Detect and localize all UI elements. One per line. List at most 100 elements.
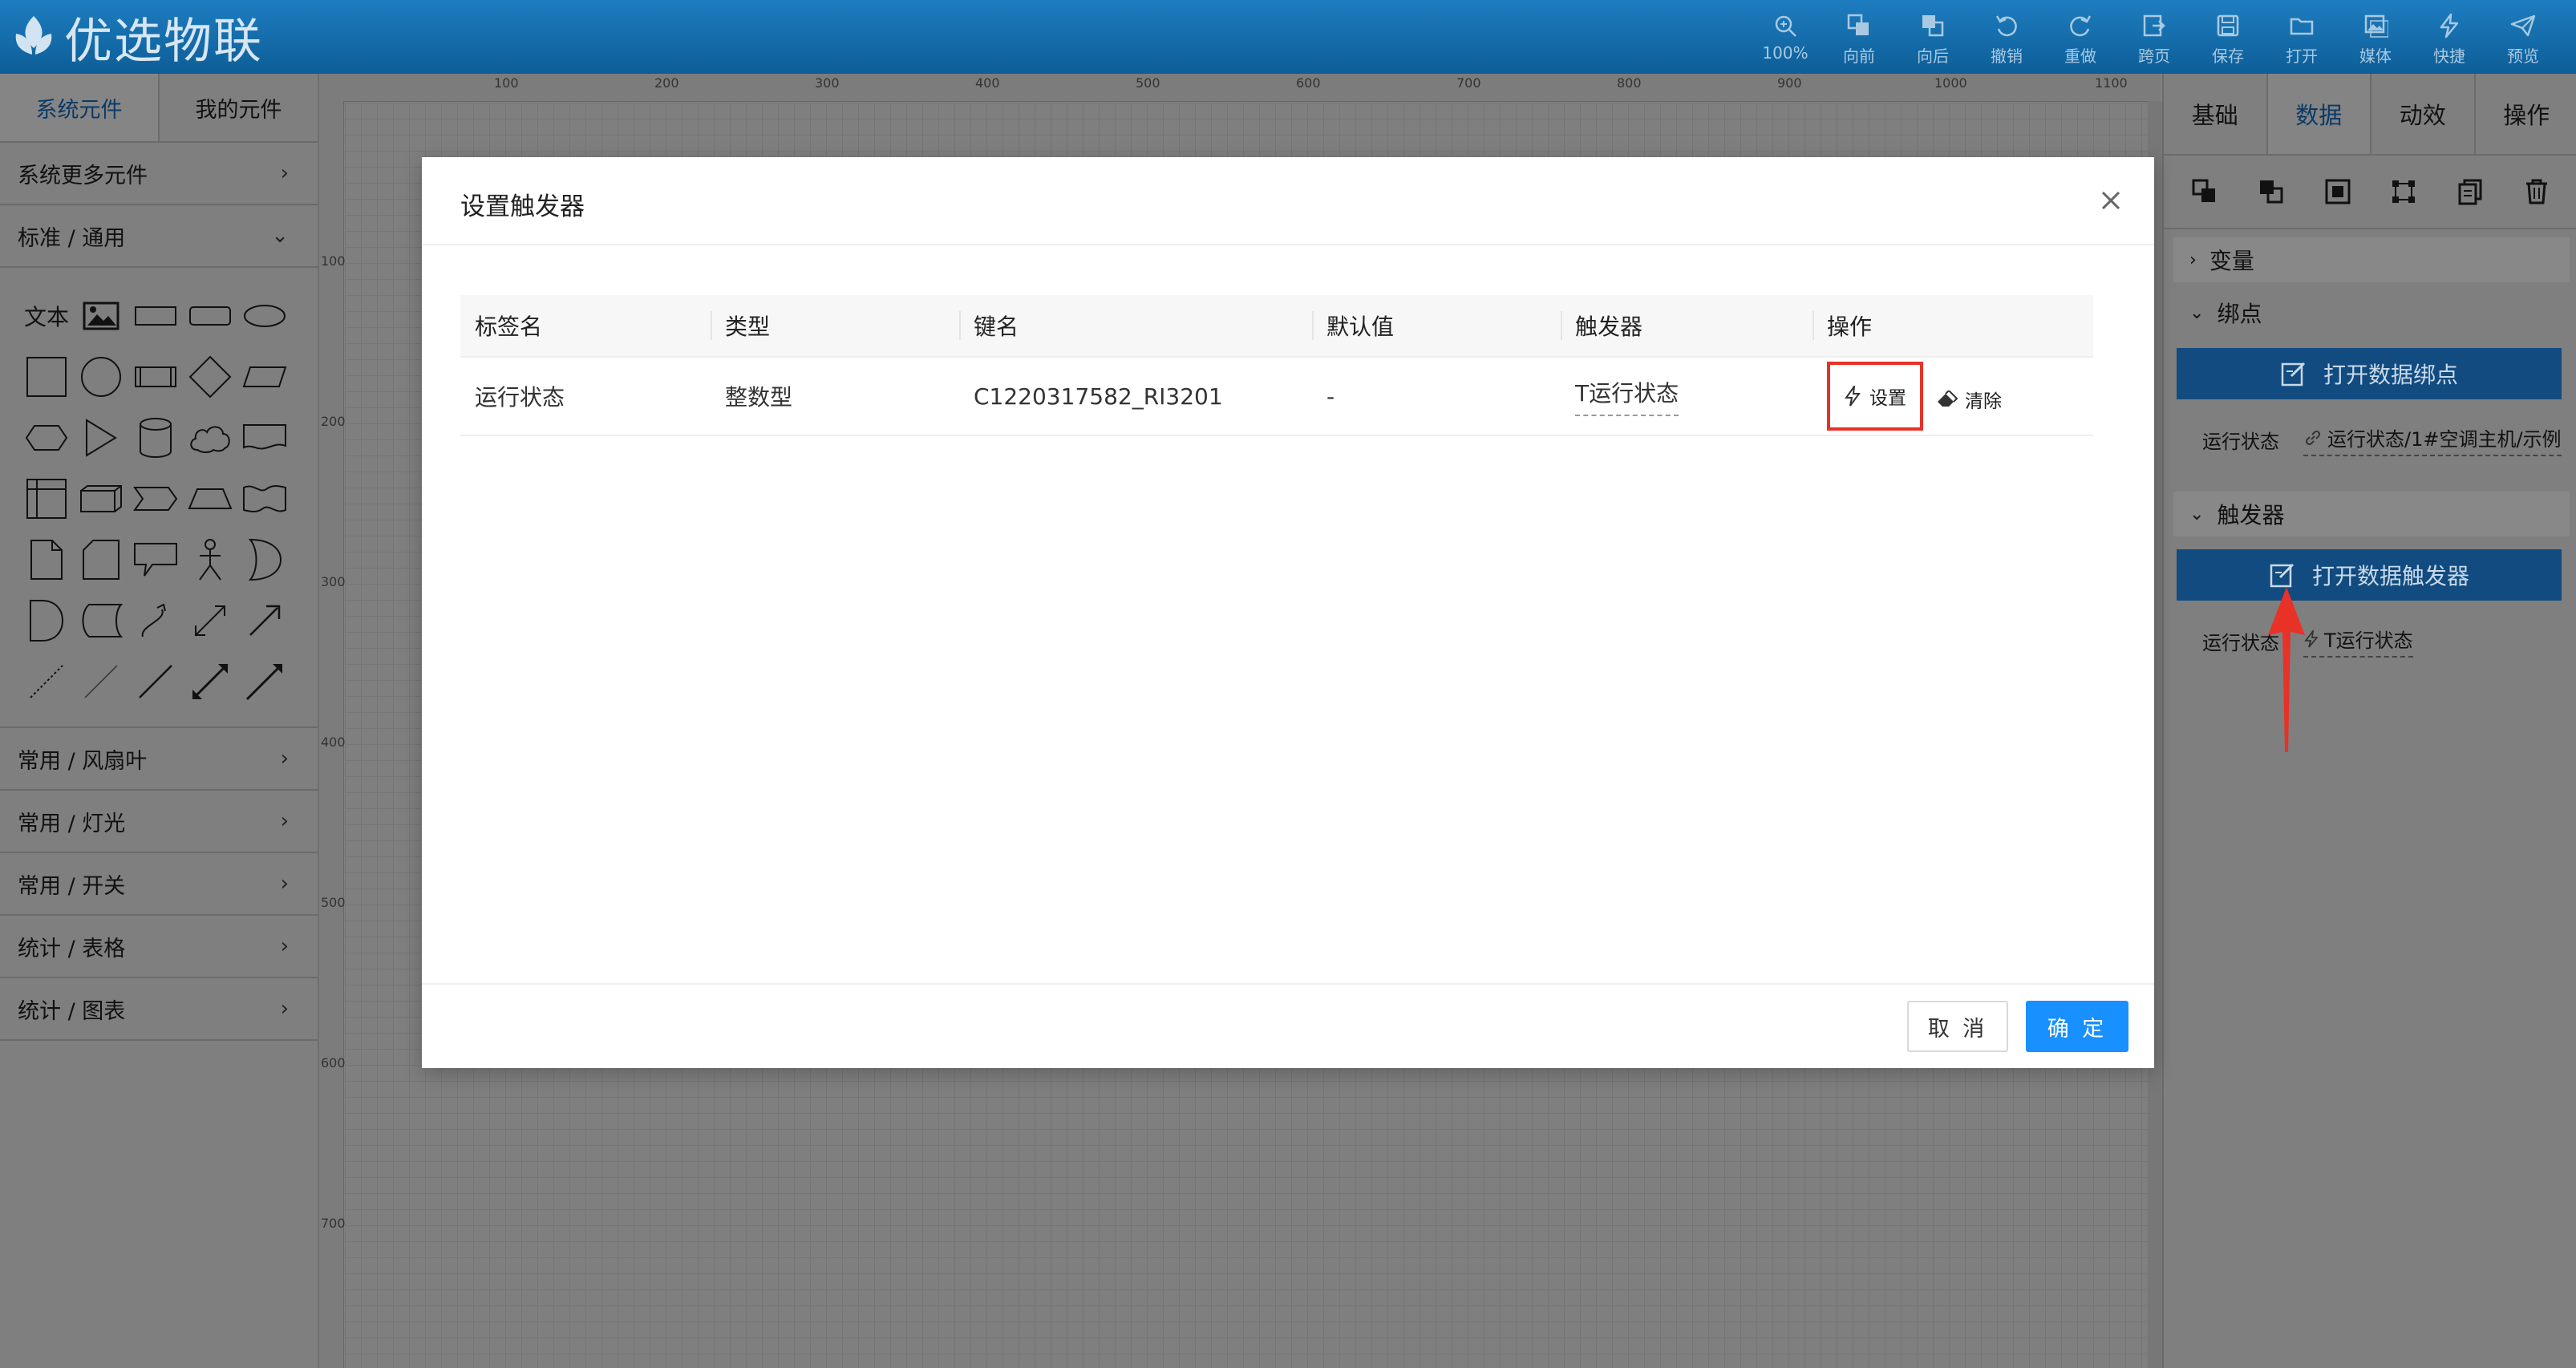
bring-forward-button[interactable]: 向前 bbox=[1822, 8, 1896, 69]
callout-shape[interactable] bbox=[128, 532, 183, 588]
chevron-right-icon: › bbox=[280, 809, 289, 833]
binding-value[interactable]: 运行状态/1#空调主机/示例 bbox=[2303, 423, 2562, 456]
arrow-icon bbox=[249, 605, 281, 636]
category-lights[interactable]: 常用 / 灯光 › bbox=[0, 791, 318, 853]
set-trigger-button[interactable]: 设置 bbox=[1827, 362, 1923, 431]
undo-button[interactable]: 撤销 bbox=[1970, 8, 2043, 69]
media-button[interactable]: 媒体 bbox=[2339, 8, 2412, 69]
cylinder-shape[interactable] bbox=[128, 410, 183, 466]
redo-button[interactable]: 重做 bbox=[2043, 8, 2117, 69]
column-header: 操作 bbox=[1813, 295, 2093, 356]
arrow-shape[interactable] bbox=[237, 593, 292, 649]
group-icon[interactable] bbox=[2390, 178, 2417, 205]
rectangle-shape[interactable] bbox=[128, 288, 183, 344]
save-button[interactable]: 保存 bbox=[2191, 8, 2265, 69]
tab-system-components[interactable]: 系统元件 bbox=[0, 74, 160, 141]
shape-palette: 文本 bbox=[0, 268, 318, 728]
logo-leaf-icon bbox=[15, 16, 52, 55]
chevron-right-icon: › bbox=[2189, 249, 2197, 270]
category-switches[interactable]: 常用 / 开关 › bbox=[0, 853, 318, 916]
trigger-link[interactable]: T运行状态 bbox=[1575, 376, 1679, 416]
rounded-rectangle-icon bbox=[189, 306, 231, 326]
actor-shape[interactable] bbox=[183, 532, 237, 588]
text-shape[interactable]: 文本 bbox=[19, 288, 74, 344]
category-stat-table[interactable]: 统计 / 表格 › bbox=[0, 916, 318, 978]
fit-icon[interactable] bbox=[2324, 178, 2351, 205]
category-more-components[interactable]: 系统更多元件 › bbox=[0, 143, 318, 205]
cloud-shape[interactable] bbox=[183, 410, 237, 466]
cross-page-label: 跨页 bbox=[2138, 47, 2170, 66]
chevron-right-icon: › bbox=[280, 997, 289, 1021]
open-button[interactable]: 打开 bbox=[2265, 8, 2339, 69]
triangle-icon bbox=[86, 419, 117, 457]
delay-shape[interactable] bbox=[19, 593, 74, 649]
ruler-label: 300 bbox=[321, 574, 346, 589]
tab-data[interactable]: 数据 bbox=[2267, 74, 2371, 154]
open-binding-button[interactable]: 打开数据绑点 bbox=[2177, 348, 2562, 399]
hexagon-shape[interactable] bbox=[19, 410, 74, 466]
arrow-line-shape[interactable] bbox=[237, 654, 292, 710]
diamond-shape[interactable] bbox=[183, 349, 237, 405]
or-shape[interactable] bbox=[237, 532, 292, 588]
send-back-icon[interactable] bbox=[2258, 178, 2285, 205]
line-shape[interactable] bbox=[128, 654, 183, 710]
send-backward-icon bbox=[1922, 15, 1944, 37]
card-shape[interactable] bbox=[74, 532, 128, 588]
curve-shape[interactable] bbox=[128, 593, 183, 649]
thin-line-shape[interactable] bbox=[74, 654, 128, 710]
tab-animation[interactable]: 动效 bbox=[2371, 74, 2476, 154]
bring-front-icon[interactable] bbox=[2191, 178, 2218, 205]
zoom-label: 100% bbox=[1762, 43, 1808, 63]
rounded-rectangle-shape[interactable] bbox=[183, 288, 237, 344]
triangle-shape[interactable] bbox=[74, 410, 128, 466]
delete-icon[interactable] bbox=[2523, 178, 2550, 205]
document-wave-shape[interactable] bbox=[237, 410, 292, 466]
process-shape[interactable] bbox=[128, 349, 183, 405]
category-label: 标准 / 通用 bbox=[18, 225, 126, 251]
confirm-button[interactable]: 确 定 bbox=[2026, 1001, 2128, 1052]
save-icon bbox=[2217, 14, 2239, 37]
parallelogram-shape[interactable] bbox=[237, 349, 292, 405]
trigger-value[interactable]: T运行状态 bbox=[2303, 625, 2413, 658]
column-header: 键名 bbox=[959, 295, 1312, 356]
clear-trigger-button[interactable]: 清除 bbox=[1936, 386, 2002, 413]
trapezoid-shape[interactable] bbox=[183, 471, 237, 527]
note-shape[interactable] bbox=[19, 532, 74, 588]
section-binding[interactable]: ⌄ 绑点 bbox=[2173, 290, 2570, 335]
tab-my-components[interactable]: 我的元件 bbox=[160, 74, 318, 141]
copy-icon[interactable] bbox=[2457, 178, 2484, 205]
send-backward-button[interactable]: 向后 bbox=[1896, 8, 1970, 69]
dashed-line-shape[interactable] bbox=[19, 654, 74, 710]
ruler-label: 400 bbox=[321, 735, 346, 750]
tab-operation[interactable]: 操作 bbox=[2476, 74, 2576, 154]
section-trigger[interactable]: ⌄ 触发器 bbox=[2173, 492, 2570, 536]
category-standard[interactable]: 标准 / 通用 ⌄ bbox=[0, 205, 318, 268]
section-variables[interactable]: › 变量 bbox=[2173, 237, 2570, 282]
cube-shape[interactable] bbox=[74, 471, 128, 527]
circle-shape[interactable] bbox=[74, 349, 128, 405]
ellipse-shape[interactable] bbox=[237, 288, 292, 344]
bidirectional-arrow-shape[interactable] bbox=[183, 593, 237, 649]
image-shape[interactable] bbox=[74, 288, 128, 344]
zoom-button[interactable]: 100% bbox=[1748, 8, 1822, 69]
chevron-shape[interactable] bbox=[128, 471, 183, 527]
tab-basic[interactable]: 基础 bbox=[2164, 74, 2268, 154]
shortcut-button[interactable]: 快捷 bbox=[2412, 8, 2486, 69]
section-label: 绑点 bbox=[2217, 301, 2262, 327]
ruler-label: 500 bbox=[1136, 75, 1160, 91]
square-shape[interactable] bbox=[19, 349, 74, 405]
stored-data-shape[interactable] bbox=[74, 593, 128, 649]
table-shape[interactable] bbox=[19, 471, 74, 527]
category-stat-chart[interactable]: 统计 / 图表 › bbox=[0, 978, 318, 1041]
column-header: 触发器 bbox=[1561, 295, 1813, 356]
close-icon[interactable] bbox=[2096, 186, 2125, 215]
preview-button[interactable]: 预览 bbox=[2486, 8, 2560, 69]
category-label: 常用 / 风扇叶 bbox=[18, 748, 148, 774]
tape-shape[interactable] bbox=[237, 471, 292, 527]
cancel-button[interactable]: 取 消 bbox=[1907, 1001, 2008, 1052]
double-arrow-line-shape[interactable] bbox=[183, 654, 237, 710]
shortcut-icon bbox=[2440, 13, 2459, 38]
category-fan-blade[interactable]: 常用 / 风扇叶 › bbox=[0, 728, 318, 791]
cross-page-button[interactable]: 跨页 bbox=[2117, 8, 2191, 69]
open-trigger-button[interactable]: 打开数据触发器 bbox=[2177, 549, 2562, 601]
